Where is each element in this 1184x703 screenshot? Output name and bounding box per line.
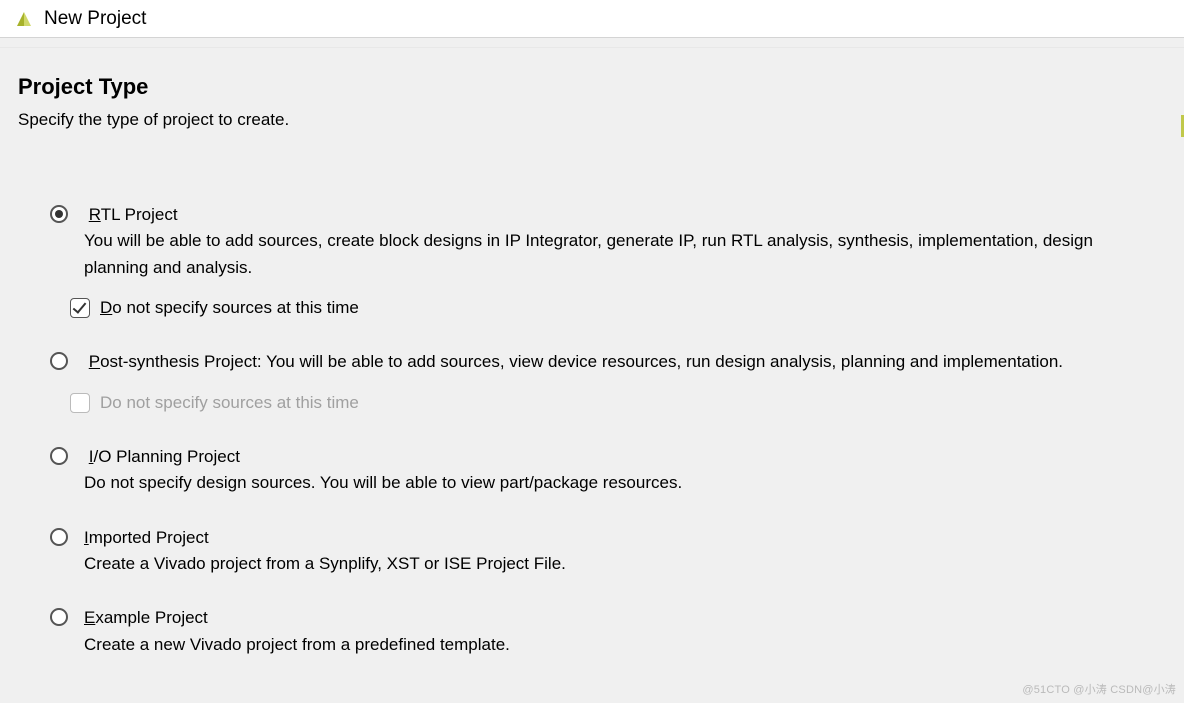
option-example-label-u: E [84,608,95,627]
option-post: Post-synthesis Project: You will be able… [50,349,1166,416]
checkbox-rtl-no-sources[interactable] [70,298,90,318]
option-example-label[interactable]: Example Project [84,608,208,627]
page-subtitle: Specify the type of project to create. [18,110,1184,130]
option-post-content: Post-synthesis Project: You will be able… [84,349,1166,416]
option-io-content: I/O Planning Project Do not specify desi… [84,444,1166,497]
option-post-desc: You will be able to add sources, view de… [266,352,1063,371]
checkbox-post-no-sources [70,393,90,413]
title-bar: New Project [0,0,1184,38]
option-rtl-label[interactable]: RTL Project [84,205,178,224]
option-example-desc: Create a new Vivado project from a prede… [84,632,1156,658]
option-imported: Imported Project Create a Vivado project… [50,525,1166,578]
option-io-label-rest: /O Planning Project [93,447,239,466]
option-rtl-content: RTL Project You will be able to add sour… [84,202,1166,321]
option-rtl: RTL Project You will be able to add sour… [50,202,1166,321]
option-imported-content: Imported Project Create a Vivado project… [84,525,1166,578]
page-title: Project Type [18,74,1184,100]
radio-example[interactable] [50,608,68,626]
option-post-label-rest: ost-synthesis Project: [100,352,266,371]
option-imported-label-rest: mported Project [89,528,209,547]
option-rtl-label-rest: TL Project [101,205,178,224]
rtl-subcheck-u: D [100,298,112,317]
option-example-label-rest: xample Project [95,608,207,627]
radio-io[interactable] [50,447,68,465]
option-post-label[interactable]: Post-synthesis Project: [84,352,266,371]
rtl-subcheck-rest: o not specify sources at this time [112,298,359,317]
option-rtl-desc: You will be able to add sources, create … [84,228,1156,281]
post-subcheck-label: Do not specify sources at this time [100,390,359,416]
option-imported-label[interactable]: Imported Project [84,528,209,547]
watermark: @51CTO @小涛 CSDN@小涛 [1022,681,1176,697]
radio-post[interactable] [50,352,68,370]
post-subcheck-row: Do not specify sources at this time [70,390,1156,416]
window-title: New Project [44,8,146,30]
option-io: I/O Planning Project Do not specify desi… [50,444,1166,497]
option-io-desc: Do not specify design sources. You will … [84,470,1156,496]
rtl-subcheck-row: Do not specify sources at this time [70,295,1156,321]
option-example-content: Example Project Create a new Vivado proj… [84,605,1166,658]
rtl-subcheck-label[interactable]: Do not specify sources at this time [100,295,359,321]
option-example: Example Project Create a new Vivado proj… [50,605,1166,658]
option-post-label-u: P [89,352,100,371]
title-separator [0,38,1184,48]
options-area: RTL Project You will be able to add sour… [0,130,1184,658]
radio-rtl[interactable] [50,205,68,223]
app-logo-icon [14,9,34,29]
header-area: Project Type Specify the type of project… [0,48,1184,130]
option-io-label[interactable]: I/O Planning Project [84,447,240,466]
radio-imported[interactable] [50,528,68,546]
option-imported-desc: Create a Vivado project from a Synplify,… [84,551,1156,577]
option-rtl-label-u: R [89,205,101,224]
